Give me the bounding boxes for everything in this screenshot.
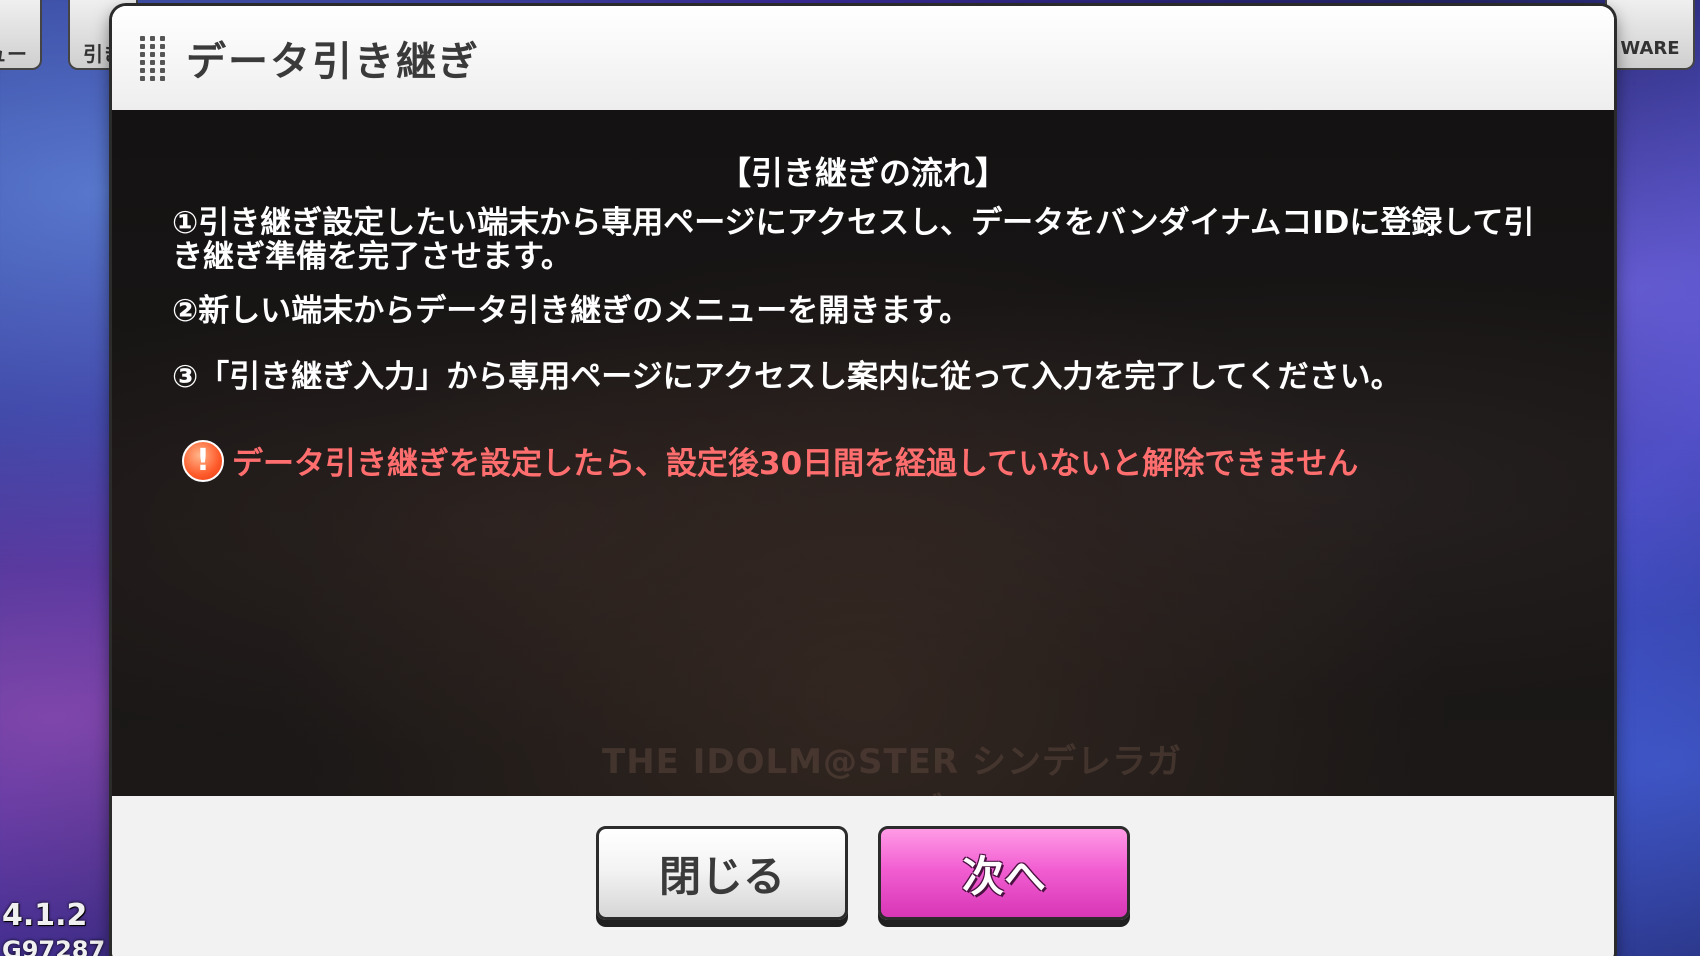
data-transfer-dialog: データ引き継ぎ THE IDOLM@STER シンデレラガールズ 【引き継ぎの流… — [112, 6, 1614, 956]
dialog-body: THE IDOLM@STER シンデレラガールズ 【引き継ぎの流れ】 ①引き継ぎ… — [112, 110, 1614, 831]
alert-icon: ! — [182, 439, 224, 482]
dialog-footer: 閉じる 次へ — [112, 796, 1614, 956]
dialog-header: データ引き継ぎ — [112, 6, 1614, 110]
warning-message: ! データ引き継ぎを設定したら、設定後30日間を経過していないと解除できません — [182, 438, 1562, 483]
user-id-label: G97287 — [2, 936, 106, 956]
version-label: 4.1.2 — [2, 898, 88, 933]
dialog-title: データ引き継ぎ — [186, 39, 480, 85]
background-menu-button: ュー — [0, 0, 42, 70]
close-button[interactable]: 閉じる — [596, 826, 848, 920]
warning-text: データ引き継ぎを設定したら、設定後30日間を経過していないと解除できません — [232, 446, 1359, 482]
background-right-button: WARE — [1605, 0, 1695, 70]
step-2-text: ②新しい端末からデータ引き継ぎのメニューを開きます。 — [172, 293, 971, 329]
step-1-text: ①引き継ぎ設定したい端末から専用ページにアクセスし、データをバンダイナムコIDに… — [172, 205, 1535, 275]
grip-icon — [140, 36, 168, 81]
flow-heading: 【引き継ぎの流れ】 — [718, 154, 1007, 192]
step-3-text: ③「引き継ぎ入力」から専用ページにアクセスし案内に従って入力を完了してください。 — [172, 359, 1402, 395]
next-button[interactable]: 次へ — [878, 826, 1130, 920]
